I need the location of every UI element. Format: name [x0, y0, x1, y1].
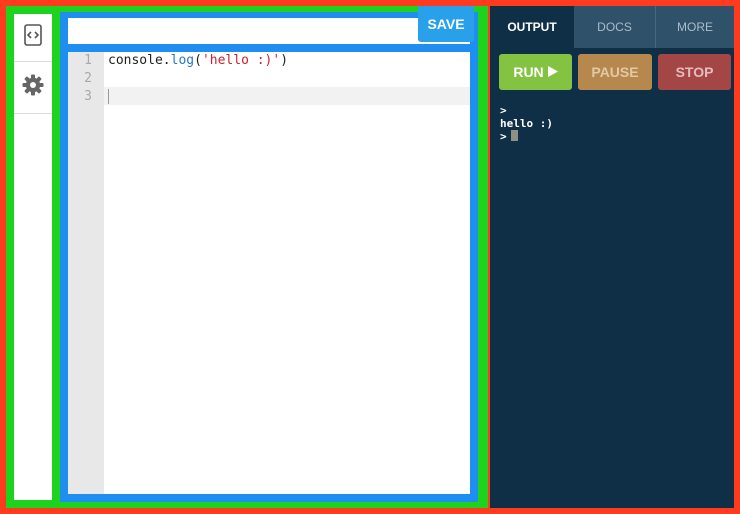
run-button[interactable]: RUN: [499, 54, 572, 90]
sidebar-item-settings[interactable]: [14, 62, 52, 114]
code-brackets-icon: [24, 24, 42, 51]
panel-tab-bar: OUTPUT DOCS MORE: [490, 6, 734, 48]
code-token-string: 'hello :)': [201, 53, 281, 68]
line-number: 3: [84, 89, 92, 104]
line-number: 1: [84, 53, 92, 68]
console-cursor: [510, 130, 518, 141]
code-token-paren: (: [194, 53, 202, 68]
output-panel: OUTPUT DOCS MORE RUN PAUSE STOP > hello …: [490, 6, 734, 508]
console-line: >: [500, 104, 507, 117]
console-prompt: >: [500, 130, 507, 143]
code-editor[interactable]: 1 2 3 console.log('hello :)'): [68, 52, 470, 494]
line-number: 2: [84, 71, 92, 86]
play-icon: [547, 64, 558, 80]
editor-toolbar: [68, 18, 470, 44]
code-token-paren: ): [280, 53, 289, 68]
code-line[interactable]: console.log('hello :)'): [108, 53, 288, 68]
sidebar: [12, 12, 54, 502]
tab-more[interactable]: MORE: [656, 6, 734, 48]
pause-button[interactable]: PAUSE: [578, 54, 652, 90]
stop-button[interactable]: STOP: [658, 54, 731, 90]
text-cursor: [108, 89, 109, 104]
code-token-method: log: [170, 53, 195, 68]
line-number-gutter: [68, 52, 104, 494]
tab-output[interactable]: OUTPUT: [490, 6, 574, 48]
code-token-object: console.: [108, 53, 171, 68]
tab-docs[interactable]: DOCS: [574, 6, 656, 48]
console-output: > hello :) >: [500, 104, 553, 143]
save-button[interactable]: SAVE: [418, 6, 474, 42]
console-prompt-line[interactable]: >: [500, 130, 553, 143]
run-button-label: RUN: [513, 64, 544, 80]
gear-icon: [21, 73, 45, 102]
active-line-highlight: [104, 87, 470, 105]
console-line: hello :): [500, 117, 553, 130]
sidebar-item-code[interactable]: [14, 14, 52, 62]
